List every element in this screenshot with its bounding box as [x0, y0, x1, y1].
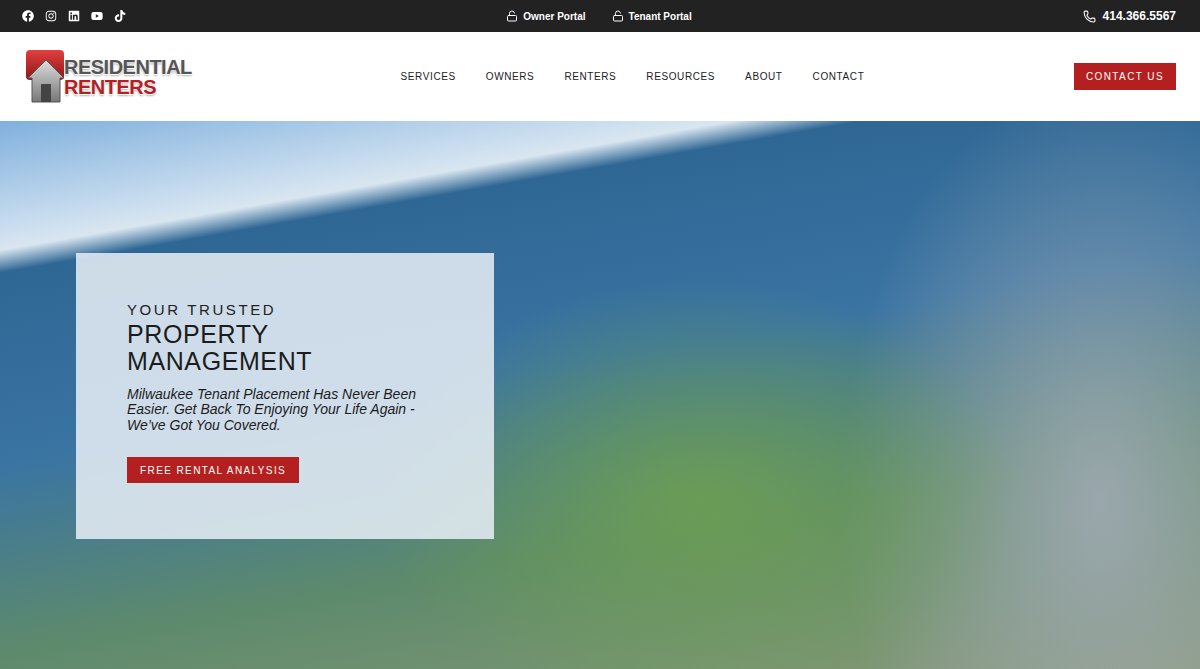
rental-analysis-button[interactable]: FREE RENTAL ANALYSIS [127, 457, 299, 483]
lock-icon [506, 10, 518, 22]
social-links [22, 10, 506, 22]
contact-button[interactable]: CONTACT US [1074, 63, 1176, 90]
social-link[interactable] [68, 10, 80, 22]
top-bar: Owner Portal Tenant Portal 414.366.5567 [0, 0, 1200, 32]
hero-photo: YOUR TRUSTED PROPERTY MANAGEMENT Milwaukee… [0, 121, 1200, 669]
facebook-icon [22, 10, 34, 22]
house-logo-icon [24, 48, 68, 106]
portal-links: Owner Portal Tenant Portal [506, 10, 691, 22]
main-nav: SERVICES OWNERS RENTERS RESOURCES ABOUT CONTA… [381, 71, 884, 82]
header: RESIDENTIALRENTERSSERVICESOWNERSRENTERSR… [0, 32, 1200, 121]
social-link[interactable] [114, 10, 126, 22]
logo[interactable]: RESIDENTIALRENTERS [24, 48, 324, 106]
youtube-icon [91, 10, 103, 22]
hero-title: PROPERTY MANAGEMENT [127, 321, 357, 375]
hero-eyebrow: YOUR TRUSTED [127, 301, 450, 318]
nav-item[interactable]: CONTACT [813, 71, 865, 82]
nav-item[interactable]: RENTERS [564, 71, 616, 82]
social-link[interactable] [45, 10, 57, 22]
hero-subtitle: Milwaukee Tenant Placement Has Never Bee… [127, 387, 450, 433]
nav-item[interactable]: RESOURCES [646, 71, 715, 82]
phone-icon [1083, 10, 1096, 23]
social-link[interactable] [22, 10, 34, 22]
page: Owner Portal Tenant Portal 414.366.5567 RES… [0, 0, 1200, 669]
portal-link[interactable]: Tenant Portal [612, 10, 692, 22]
nav-item[interactable]: OWNERS [486, 71, 535, 82]
portal-link[interactable]: Owner Portal [506, 10, 585, 22]
nav-item[interactable]: ABOUT [745, 71, 782, 82]
phone-link[interactable]: 414.366.5567 [1083, 9, 1176, 23]
nav-item[interactable]: SERVICES [401, 71, 456, 82]
logo-line: RESIDENTIAL [64, 57, 192, 77]
social-link[interactable] [91, 10, 103, 22]
linkedin-icon [68, 10, 80, 22]
hero-card: YOUR TRUSTED PROPERTY MANAGEMENT Milwaukee… [76, 253, 494, 539]
logo-line: RENTERS [64, 77, 192, 97]
tiktok-icon [114, 10, 126, 22]
lock-icon [612, 10, 624, 22]
instagram-icon [45, 10, 57, 22]
